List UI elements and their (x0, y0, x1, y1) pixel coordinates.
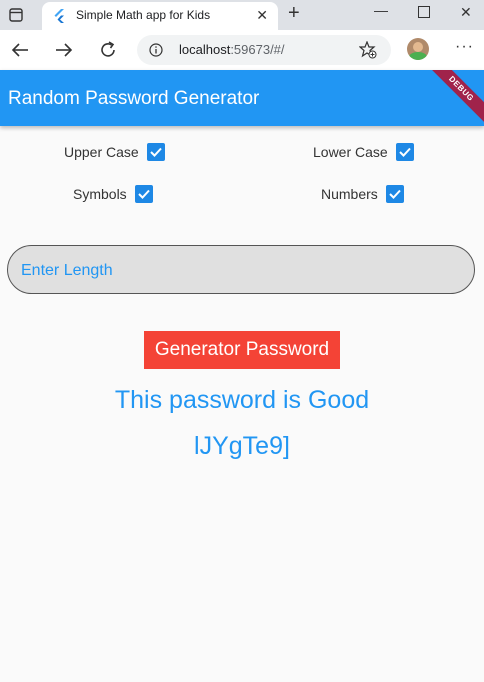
browser-title-bar: Simple Math app for Kids ✕ + — ✕ (0, 0, 484, 30)
close-window-icon[interactable]: ✕ (460, 4, 472, 21)
new-tab-icon[interactable]: + (288, 2, 300, 25)
check-icon (137, 189, 150, 199)
browser-tab[interactable]: Simple Math app for Kids ✕ (42, 2, 278, 30)
tab-actions-icon[interactable] (9, 8, 23, 22)
add-favorite-icon[interactable] (359, 41, 377, 59)
check-icon (149, 147, 162, 157)
length-input[interactable] (19, 246, 463, 295)
symbols-checkbox[interactable] (134, 185, 153, 203)
password-strength-text: This password is Good (114, 386, 370, 414)
tab-title: Simple Math app for Kids (76, 8, 211, 22)
debug-banner: DEBUG (424, 70, 484, 126)
lower-case-label: Lower Case (313, 144, 388, 160)
flutter-icon (54, 9, 64, 23)
upper-case-label: Upper Case (64, 144, 139, 160)
check-icon (398, 147, 411, 157)
option-symbols[interactable]: Symbols (73, 184, 153, 204)
back-icon[interactable] (9, 39, 31, 61)
option-lower-case[interactable]: Lower Case (313, 142, 414, 162)
lower-case-checkbox[interactable] (395, 143, 414, 161)
option-numbers[interactable]: Numbers (321, 184, 404, 204)
url-text[interactable]: localhost:59673/#/ (179, 42, 285, 57)
address-bar[interactable]: localhost:59673/#/ (137, 35, 391, 65)
app-bar: Random Password Generator DEBUG (0, 70, 484, 126)
option-upper-case[interactable]: Upper Case (64, 142, 165, 162)
maximize-icon[interactable] (418, 6, 430, 18)
length-field[interactable] (7, 245, 475, 295)
close-tab-icon[interactable]: ✕ (256, 7, 268, 24)
profile-avatar[interactable] (407, 38, 429, 60)
check-icon (389, 189, 401, 199)
symbols-label: Symbols (73, 186, 127, 202)
generated-password: lJYgTe9] (194, 432, 290, 460)
refresh-icon[interactable] (97, 39, 119, 61)
numbers-checkbox[interactable] (385, 185, 404, 203)
app-title: Random Password Generator (8, 88, 260, 109)
generate-password-button[interactable]: Generator Password (144, 331, 340, 369)
numbers-label: Numbers (321, 186, 378, 202)
more-options-icon[interactable]: ··· (455, 38, 474, 56)
browser-toolbar: localhost:59673/#/ ··· (0, 30, 484, 71)
minimize-icon[interactable]: — (374, 2, 388, 18)
forward-icon[interactable] (53, 39, 75, 61)
info-icon[interactable] (149, 43, 163, 57)
upper-case-checkbox[interactable] (146, 143, 165, 161)
